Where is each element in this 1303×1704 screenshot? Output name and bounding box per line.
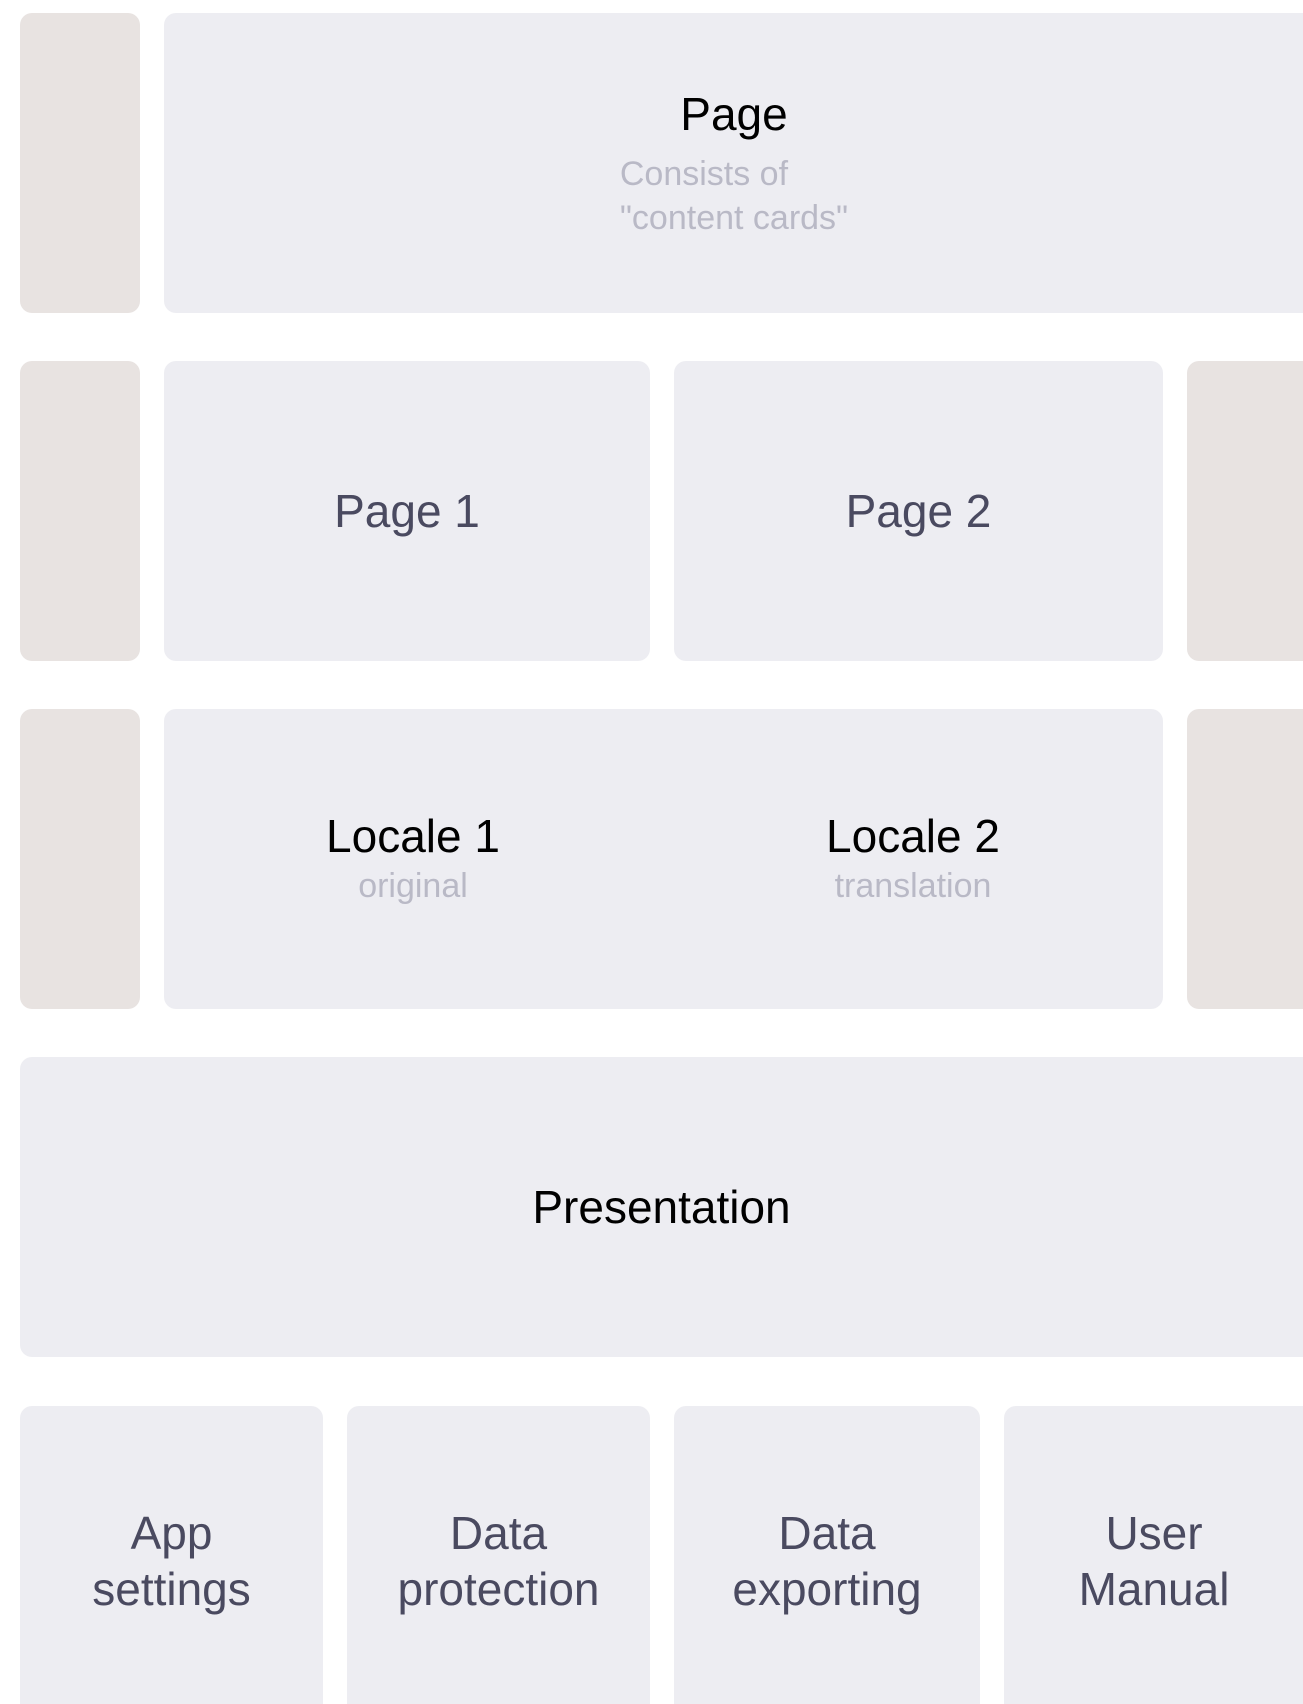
- page-2-title: Page 2: [845, 484, 992, 537]
- locale-2-subtitle: translation: [834, 867, 992, 906]
- diagram-canvas: Page Consists of "content cards" Page 1 …: [0, 0, 1303, 1704]
- app-settings-card: App settings: [20, 1406, 323, 1704]
- presentation-title: Presentation: [532, 1180, 791, 1233]
- page-card-subtitle: Consists of "content cards": [619, 154, 849, 238]
- locale-1-title: Locale 1: [326, 810, 500, 862]
- page-1-title: Page 1: [334, 484, 480, 537]
- user-manual-title: User Manual: [1078, 1506, 1230, 1615]
- page-card-title: Page: [680, 87, 788, 140]
- locale-2-group: Locale 2 translation: [778, 808, 1048, 908]
- data-protection-title: Data protection: [397, 1506, 600, 1615]
- data-exporting-card: Data exporting: [674, 1406, 980, 1704]
- user-manual-card: User Manual: [1004, 1406, 1303, 1704]
- left-side-block-row3: [20, 709, 140, 1009]
- data-protection-card: Data protection: [347, 1406, 650, 1704]
- locale-1-group: Locale 1 original: [278, 808, 548, 908]
- left-side-block-row2: [20, 361, 140, 661]
- right-side-block-row2: [1187, 361, 1303, 661]
- page-2-card: Page 2: [674, 361, 1163, 661]
- data-exporting-title: Data exporting: [732, 1506, 922, 1615]
- locale-2-title: Locale 2: [826, 810, 1000, 862]
- locale-1-subtitle: original: [358, 867, 468, 906]
- page-1-card: Page 1: [164, 361, 650, 661]
- page-card-content: Page Consists of "content cards": [164, 13, 1303, 313]
- left-side-block-row1: [20, 13, 140, 313]
- app-settings-title: App settings: [92, 1506, 251, 1615]
- presentation-content: Presentation: [20, 1057, 1303, 1357]
- right-side-block-row3: [1187, 709, 1303, 1009]
